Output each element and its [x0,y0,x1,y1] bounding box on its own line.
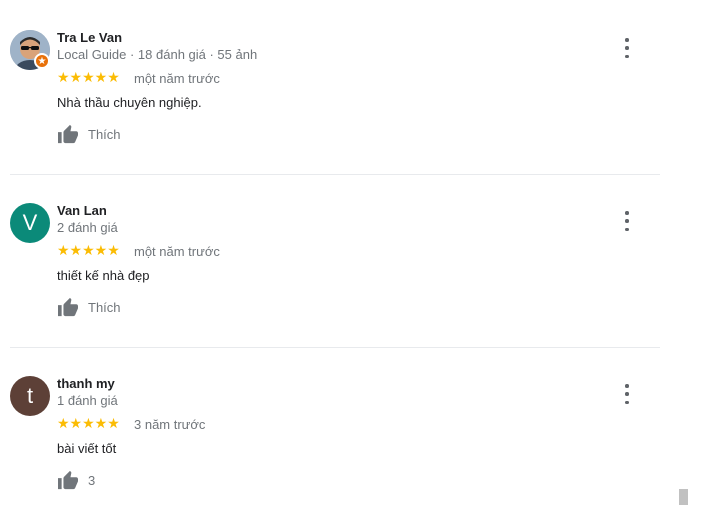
divider [10,174,660,175]
rating-stars: ★★★★★ [57,415,120,431]
reviewer-name[interactable]: thanh my [57,376,115,391]
scrollbar-thumb[interactable] [679,489,688,505]
rating-stars: ★★★★★ [57,69,120,85]
more-options-button[interactable] [619,211,635,231]
reviewer-meta[interactable]: Local Guide · 18 đánh giá · 55 ảnh [57,47,257,62]
thumbs-up-icon [58,297,78,317]
thumbs-up-icon [58,470,78,490]
review-text: bài viết tốt [57,441,117,456]
divider [10,347,660,348]
like-button[interactable]: Thích [57,124,121,144]
like-button[interactable]: Thích [57,297,121,317]
review-time: một năm trước [134,244,220,259]
like-label: Thích [88,126,121,142]
reviewer-name[interactable]: Van Lan [57,203,107,218]
reviewer-meta[interactable]: 1 đánh giá [57,393,118,408]
rating-stars: ★★★★★ [57,242,120,258]
reviewer-name[interactable]: Tra Le Van [57,30,122,45]
more-options-button[interactable] [619,38,635,58]
more-vert-icon [625,384,629,388]
reviewer-meta[interactable]: 2 đánh giá [57,220,118,235]
review-time: 3 năm trước [134,417,206,432]
review-text: Nhà thầu chuyên nghiệp. [57,95,202,110]
like-button[interactable]: 3 [57,470,95,490]
thumbs-up-icon [58,124,78,144]
review-time: một năm trước [134,71,220,86]
like-count: 3 [88,472,96,488]
local-guide-badge: ★ [34,53,50,69]
star-badge-icon: ★ [37,55,47,67]
reviewer-avatar-letter[interactable]: t [10,376,50,416]
more-options-button[interactable] [619,384,635,404]
more-vert-icon [625,38,629,42]
review-text: thiết kế nhà đẹp [57,268,150,283]
like-label: Thích [88,299,121,315]
reviewer-avatar-letter[interactable]: V [10,203,50,243]
more-vert-icon [625,211,629,215]
